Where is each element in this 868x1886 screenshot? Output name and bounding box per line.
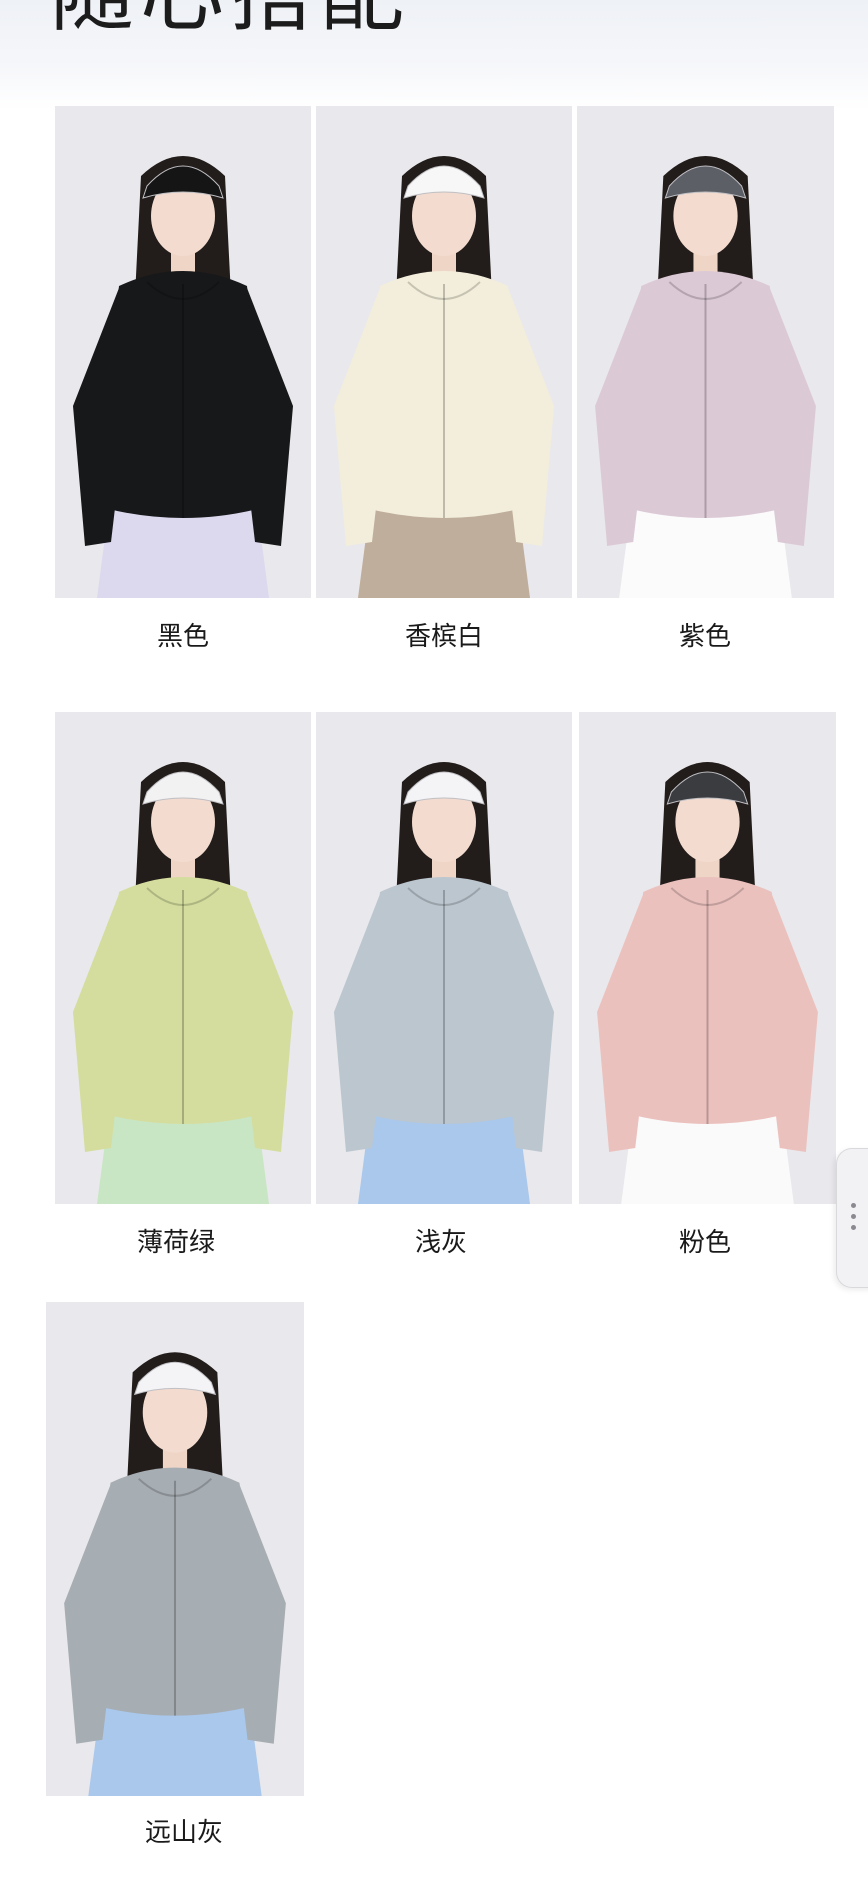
product-color-label: 远山灰 — [145, 1818, 224, 1848]
product-card-1[interactable] — [316, 106, 572, 598]
section-title: 随心搭配 — [50, 0, 410, 36]
product-card-2[interactable] — [577, 106, 834, 598]
product-color-label: 浅灰 — [414, 1228, 467, 1258]
product-card-5[interactable] — [579, 712, 836, 1204]
product-card-6[interactable] — [46, 1302, 304, 1796]
side-floating-handle[interactable] — [836, 1148, 868, 1288]
product-photo — [579, 712, 836, 1204]
product-photo — [55, 712, 311, 1204]
product-color-label: 紫色 — [678, 622, 731, 652]
product-card-3[interactable] — [55, 712, 311, 1204]
product-color-label: 香槟白 — [404, 622, 483, 652]
product-card-4[interactable] — [316, 712, 572, 1204]
more-dots-icon — [851, 1203, 857, 1233]
product-photo — [46, 1302, 304, 1796]
product-card-0[interactable] — [55, 106, 311, 598]
product-photo — [316, 712, 572, 1204]
product-color-label: 黑色 — [156, 622, 209, 652]
product-photo — [55, 106, 311, 598]
product-photo — [316, 106, 572, 598]
product-photo — [577, 106, 834, 598]
product-color-label: 粉色 — [678, 1228, 731, 1258]
product-color-label: 薄荷绿 — [136, 1228, 215, 1258]
